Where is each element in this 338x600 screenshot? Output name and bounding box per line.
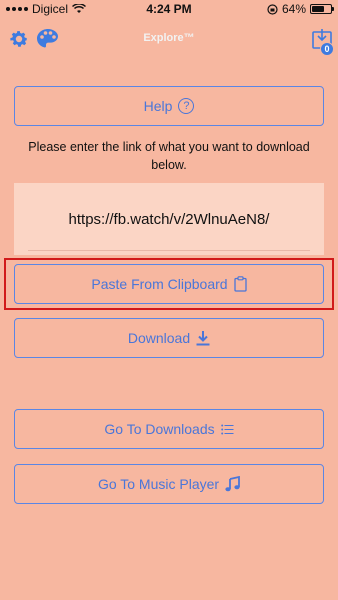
download-tray-icon[interactable]: 0 [312,28,334,56]
battery-icon [310,4,334,14]
help-button[interactable]: Help ? [14,86,324,126]
music-note-icon [225,476,240,492]
status-bar: Digicel 4:24 PM 64% [0,0,338,18]
clock: 4:24 PM [146,2,192,16]
nav-bar: Explore™ 0 [0,22,338,58]
question-circle-icon: ? [178,98,195,114]
go-to-downloads-label: Go To Downloads [104,421,215,437]
download-button[interactable]: Download [14,318,324,358]
orientation-lock-icon [267,3,278,15]
status-right: 64% [267,2,334,16]
go-to-downloads-button[interactable]: Go To Downloads [14,409,324,449]
page-title: Explore™ [143,32,195,44]
instructions-text: Please enter the link of what you want t… [28,140,310,172]
carrier-label: Digicel [32,2,69,16]
paste-from-clipboard-button[interactable]: Paste From Clipboard [14,264,324,304]
battery-percent: 64% [281,2,306,16]
list-icon [220,424,234,435]
download-label: Download [127,330,191,346]
battery-fill [312,6,324,12]
clipboard-icon [233,276,247,292]
go-to-music-player-button[interactable]: Go To Music Player [14,464,324,504]
link-input-value: https://fb.watch/v/2WlnuAeN8/ [68,211,270,228]
download-count-badge: 0 [320,42,334,56]
go-to-music-label: Go To Music Player [97,476,220,492]
link-input[interactable]: https://fb.watch/v/2WlnuAeN8/ [14,183,324,255]
paste-label: Paste From Clipboard [91,276,228,292]
input-underline [28,250,310,251]
download-arrow-icon [196,330,210,346]
wifi-icon [72,4,87,13]
help-label: Help [143,98,173,114]
status-left: Digicel [6,2,87,16]
signal-icon [6,7,28,11]
